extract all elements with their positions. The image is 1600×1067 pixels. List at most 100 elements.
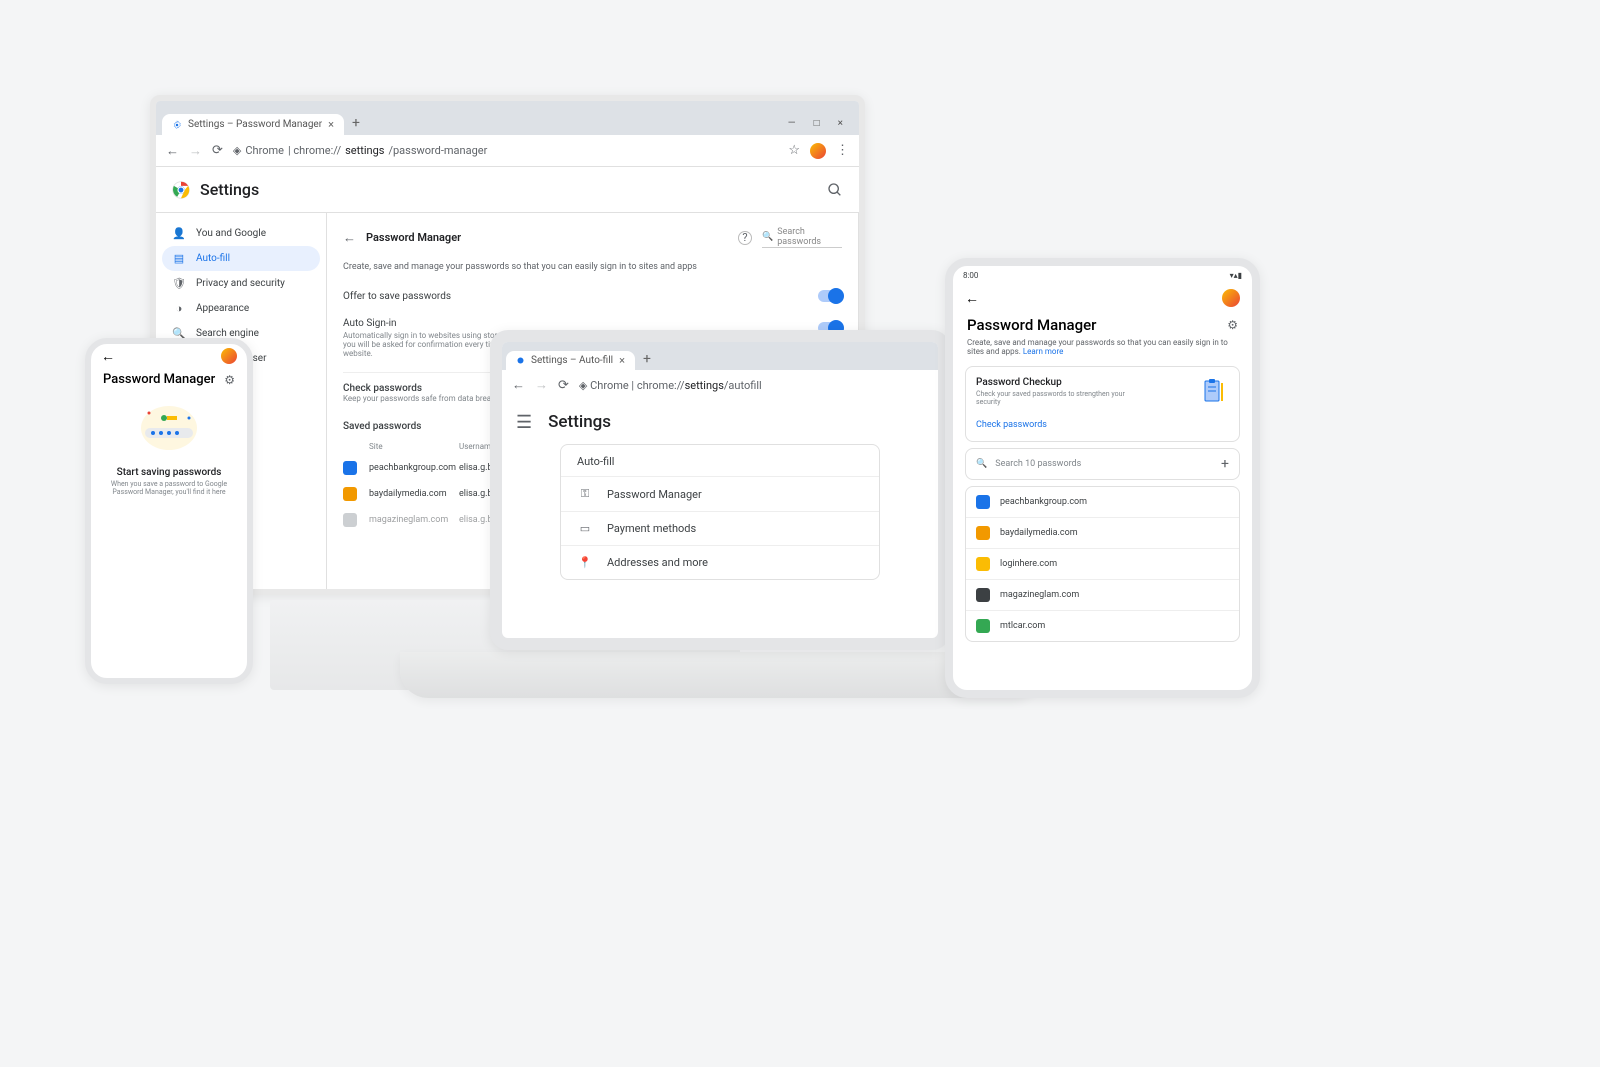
search-icon: 🔍 — [976, 459, 987, 469]
avatar-icon[interactable] — [810, 143, 826, 159]
browser-tab[interactable]: Settings – Password Manager × — [162, 114, 344, 135]
back-icon[interactable]: ← — [166, 143, 179, 159]
tab-title: Settings – Auto-fill — [531, 355, 613, 366]
appearance-icon: ◑ — [172, 302, 186, 315]
back-icon[interactable]: ← — [512, 377, 525, 393]
section-title: Password Manager — [366, 231, 461, 244]
search-icon[interactable] — [827, 182, 843, 198]
sidebar-item-privacy[interactable]: 🛡 Privacy and security — [162, 271, 320, 296]
list-item[interactable]: loginhere.com — [966, 549, 1239, 580]
gear-icon[interactable]: ⚙ — [224, 373, 235, 387]
site-info-icon[interactable]: ◈ — [233, 144, 241, 157]
page-title: Password Manager ⚙ — [953, 312, 1252, 338]
search-placeholder: Search passwords — [777, 227, 842, 247]
site-info-icon[interactable]: ◈ — [579, 379, 587, 392]
chrome-logo-icon — [172, 181, 190, 199]
list-item[interactable]: peachbankgroup.com — [966, 487, 1239, 518]
close-tab-icon[interactable]: × — [328, 118, 334, 131]
autofill-item-payment[interactable]: ▭Payment methods — [561, 511, 879, 545]
back-icon[interactable]: ← — [101, 348, 115, 365]
status-icons: ▾▴▮ — [1230, 271, 1242, 280]
browser-tab[interactable]: Settings – Auto-fill × — [506, 351, 635, 370]
address-bar: ← → ⟳ ◈ Chrome | chrome://settings/passw… — [156, 135, 859, 167]
favicon-icon — [976, 526, 990, 540]
autofill-item-passwords[interactable]: ⚿Password Manager — [561, 476, 879, 511]
more-icon[interactable]: ⋮ — [836, 143, 849, 158]
laptop-browser-window: Settings – Auto-fill × + ← → ⟳ ◈ Chrome … — [490, 330, 950, 650]
item-label: Payment methods — [607, 522, 696, 535]
sidebar-item-appearance[interactable]: ◑ Appearance — [162, 296, 320, 321]
list-item[interactable]: mtlcar.com — [966, 611, 1239, 641]
new-tab-button[interactable]: + — [344, 111, 368, 135]
forward-icon[interactable]: → — [189, 143, 202, 159]
site-label: baydailymedia.com — [1000, 528, 1078, 538]
autofill-icon: ▤ — [172, 252, 186, 265]
sidebar-label: Auto-fill — [196, 253, 230, 264]
close-window-icon[interactable]: × — [838, 118, 843, 129]
search-passwords-input[interactable]: 🔍 Search passwords — [762, 227, 842, 248]
url-text: | chrome:// — [288, 144, 341, 157]
site-label: mtlcar.com — [1000, 621, 1045, 631]
password-list: peachbankgroup.com baydailymedia.com log… — [965, 486, 1240, 642]
avatar-icon[interactable] — [221, 348, 237, 364]
settings-header: ☰ Settings — [502, 400, 938, 444]
list-item[interactable]: baydailymedia.com — [966, 518, 1239, 549]
sidebar-label: Appearance — [196, 303, 249, 314]
row-label: Offer to save passwords — [343, 291, 451, 302]
pm-description: Create, save and manage your passwords s… — [343, 262, 842, 272]
page-title: Password Manager ⚙ — [91, 368, 247, 387]
favicon-icon — [976, 619, 990, 633]
sidebar-item-autofill[interactable]: ▤ Auto-fill — [162, 246, 320, 271]
forward-icon[interactable]: → — [535, 377, 548, 393]
card-title: Auto-fill — [561, 445, 879, 476]
password-checkup-card: Password Checkup Check your saved passwo… — [965, 366, 1240, 442]
tab-strip: Settings – Password Manager × + — □ × — [156, 101, 859, 135]
sidebar-item-you-and-google[interactable]: 👤You and Google — [162, 221, 320, 246]
sidebar-label: Privacy and security — [196, 278, 285, 289]
avatar-icon[interactable] — [1222, 289, 1240, 307]
maximize-icon[interactable]: □ — [814, 118, 820, 129]
list-item[interactable]: magazineglam.com — [966, 580, 1239, 611]
item-label: Password Manager — [607, 488, 702, 501]
title-text: Password Manager — [103, 372, 215, 387]
check-passwords-link[interactable]: Check passwords — [976, 420, 1047, 430]
tablet-screen: 8:00 ▾▴▮ ← Password Manager ⚙ Create, sa… — [945, 258, 1260, 698]
shield-icon: 🛡 — [172, 277, 186, 290]
gear-icon[interactable]: ⚙ — [1227, 318, 1238, 332]
learn-more-link[interactable]: Learn more — [1023, 347, 1063, 356]
site-cell: peachbankgroup.com — [369, 463, 459, 473]
url-text: settings — [345, 144, 384, 157]
window-controls: — □ × — [788, 118, 853, 135]
reload-icon[interactable]: ⟳ — [212, 143, 223, 158]
back-icon[interactable]: ← — [965, 290, 979, 307]
back-icon[interactable]: ← — [343, 230, 356, 246]
add-password-button[interactable]: + — [1221, 456, 1229, 472]
minimize-icon[interactable]: — — [788, 118, 796, 129]
url-text: settings — [685, 379, 724, 392]
site-label: peachbankgroup.com — [1000, 497, 1087, 507]
menu-icon[interactable]: ☰ — [516, 412, 532, 433]
tablet-topbar: ← — [953, 284, 1252, 312]
help-icon[interactable]: ? — [738, 231, 752, 245]
status-bar: 8:00 ▾▴▮ — [953, 266, 1252, 284]
url-text: /password-manager — [388, 144, 487, 157]
favicon-icon — [343, 461, 357, 475]
favicon-icon — [976, 495, 990, 509]
item-label: Addresses and more — [607, 556, 708, 569]
reload-icon[interactable]: ⟳ — [558, 378, 569, 393]
url-field[interactable]: ◈ Chrome | chrome://settings/autofill — [579, 379, 762, 392]
url-text: /autofill — [724, 379, 762, 392]
star-icon[interactable]: ☆ — [788, 143, 800, 158]
url-field[interactable]: ◈ Chrome | chrome://settings/password-ma… — [233, 144, 778, 157]
sidebar-label: You and Google — [196, 228, 266, 239]
search-passwords-input[interactable]: 🔍 Search 10 passwords + — [965, 448, 1240, 480]
time-label: 8:00 — [963, 271, 978, 280]
close-tab-icon[interactable]: × — [619, 354, 625, 367]
offer-to-save-toggle[interactable] — [818, 290, 842, 302]
search-icon: 🔍 — [762, 232, 773, 242]
empty-sub: When you save a password to Google Passw… — [91, 478, 247, 498]
new-tab-button[interactable]: + — [635, 348, 659, 370]
tab-title: Settings – Password Manager — [188, 119, 322, 130]
pin-icon: 📍 — [577, 556, 593, 569]
autofill-item-addresses[interactable]: 📍 Addresses and more — [561, 545, 879, 579]
